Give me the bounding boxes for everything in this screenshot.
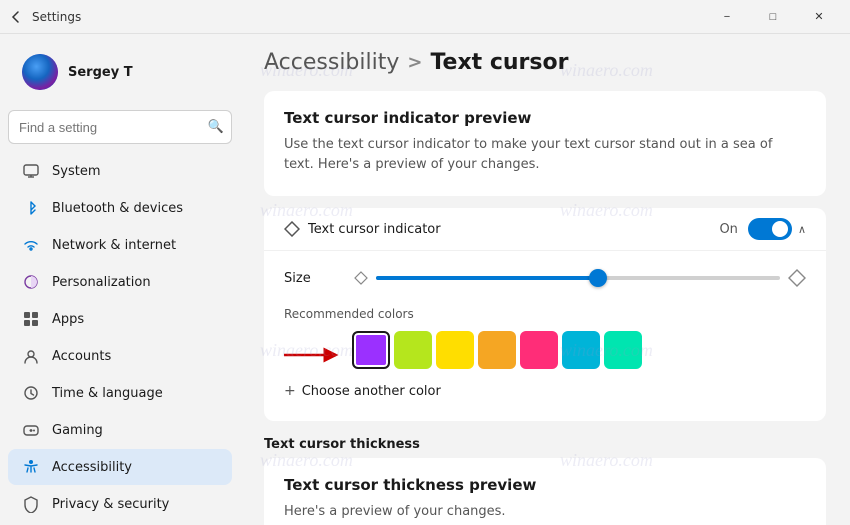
titlebar-controls: − □ ✕: [704, 0, 842, 34]
cursor-diamond-icon: [284, 221, 300, 237]
colors-row: [352, 331, 642, 369]
gaming-icon: [22, 421, 40, 439]
privacy-icon: [22, 495, 40, 513]
expanded-section: Size Recommended colors: [264, 251, 826, 421]
avatar-image: [22, 54, 58, 90]
preview-card-title: Text cursor indicator preview: [284, 109, 806, 127]
search-icon: 🔍: [208, 120, 224, 135]
titlebar-left: Settings: [8, 9, 81, 25]
user-name: Sergey T: [68, 65, 133, 80]
system-icon: [22, 162, 40, 180]
breadcrumb-current: Text cursor: [430, 50, 568, 75]
sidebar-item-gaming-label: Gaming: [52, 423, 103, 438]
cursor-indicator-label: Text cursor indicator: [284, 221, 719, 237]
sidebar-item-time-label: Time & language: [52, 386, 163, 401]
colors-label: Recommended colors: [284, 307, 806, 321]
sidebar-item-gaming[interactable]: Gaming: [8, 412, 232, 448]
sidebar-item-bluetooth[interactable]: Bluetooth & devices: [8, 190, 232, 226]
sidebar-item-personalization-label: Personalization: [52, 275, 151, 290]
slider-fill: [376, 276, 598, 280]
sidebar-item-accounts-label: Accounts: [52, 349, 111, 364]
sidebar-item-accessibility-label: Accessibility: [52, 460, 132, 475]
color-swatch-cyan[interactable]: [562, 331, 600, 369]
sidebar-item-bluetooth-label: Bluetooth & devices: [52, 201, 183, 216]
color-swatch-lime[interactable]: [394, 331, 432, 369]
apps-icon: [22, 310, 40, 328]
thickness-preview-title: Text cursor thickness preview: [284, 476, 806, 494]
time-icon: [22, 384, 40, 402]
search-container: 🔍: [8, 110, 232, 144]
minimize-button[interactable]: −: [704, 0, 750, 34]
slider-small-icon: [354, 271, 368, 285]
sidebar-item-network-label: Network & internet: [52, 238, 176, 253]
color-swatch-pink[interactable]: [520, 331, 558, 369]
colors-with-arrow: [284, 331, 806, 379]
color-swatch-purple[interactable]: [352, 331, 390, 369]
color-swatch-yellow[interactable]: [436, 331, 474, 369]
size-row: Size: [284, 261, 806, 295]
breadcrumb-parent: Accessibility: [264, 50, 399, 75]
bluetooth-icon: [22, 199, 40, 217]
thickness-preview-description: Here's a preview of your changes.: [284, 502, 806, 522]
sidebar-item-privacy[interactable]: Privacy & security: [8, 486, 232, 522]
size-slider[interactable]: [376, 276, 780, 280]
preview-card: Text cursor indicator preview Use the te…: [264, 91, 826, 196]
toggle-thumb: [772, 221, 788, 237]
close-button[interactable]: ✕: [796, 0, 842, 34]
titlebar-title: Settings: [32, 10, 81, 24]
sidebar-item-apps[interactable]: Apps: [8, 301, 232, 337]
breadcrumb: Accessibility > Text cursor: [264, 50, 826, 75]
cursor-indicator-status: On: [719, 222, 737, 237]
thickness-section-heading: Text cursor thickness: [264, 437, 420, 452]
sidebar-item-privacy-label: Privacy & security: [52, 497, 169, 512]
sidebar-item-system[interactable]: System: [8, 153, 232, 189]
app-container: Sergey T 🔍 System Bluetooth & devices: [0, 34, 850, 525]
thickness-preview-card: Text cursor thickness preview Here's a p…: [264, 458, 826, 525]
sidebar: Sergey T 🔍 System Bluetooth & devices: [0, 34, 240, 525]
choose-color-button[interactable]: + Choose another color: [284, 379, 806, 403]
slider-large-icon: [788, 269, 806, 287]
maximize-button[interactable]: □: [750, 0, 796, 34]
sidebar-item-time[interactable]: Time & language: [8, 375, 232, 411]
sidebar-item-apps-label: Apps: [52, 312, 84, 327]
avatar: [22, 54, 58, 90]
main-content: Accessibility > Text cursor Text cursor …: [240, 34, 850, 525]
user-profile[interactable]: Sergey T: [8, 42, 232, 102]
sidebar-item-system-label: System: [52, 164, 100, 179]
sidebar-item-network[interactable]: Network & internet: [8, 227, 232, 263]
slider-thumb[interactable]: [589, 269, 607, 287]
sidebar-item-accounts[interactable]: Accounts: [8, 338, 232, 374]
arrow-container: [284, 343, 344, 367]
slider-container: [354, 269, 806, 287]
preview-card-description: Use the text cursor indicator to make yo…: [284, 135, 806, 174]
red-arrow: [284, 343, 344, 367]
cursor-indicator-toggle[interactable]: [748, 218, 792, 240]
sidebar-item-personalization[interactable]: Personalization: [8, 264, 232, 300]
breadcrumb-separator: >: [407, 52, 422, 73]
titlebar: Settings − □ ✕: [0, 0, 850, 34]
color-swatch-green[interactable]: [604, 331, 642, 369]
cursor-indicator-row[interactable]: Text cursor indicator On ∧: [264, 208, 826, 251]
colors-section: Recommended colors: [284, 295, 806, 407]
accessibility-icon: [22, 458, 40, 476]
cursor-indicator-chevron[interactable]: ∧: [798, 223, 806, 236]
plus-icon: +: [284, 383, 296, 399]
back-icon[interactable]: [8, 9, 24, 25]
color-swatch-orange[interactable]: [478, 331, 516, 369]
personalization-icon: [22, 273, 40, 291]
size-label: Size: [284, 271, 344, 286]
network-icon: [22, 236, 40, 254]
search-input[interactable]: [8, 110, 232, 144]
sidebar-item-accessibility[interactable]: Accessibility: [8, 449, 232, 485]
thickness-heading: Text cursor thickness: [264, 421, 826, 458]
accounts-icon: [22, 347, 40, 365]
sidebar-nav: System Bluetooth & devices Network & int…: [0, 152, 240, 525]
